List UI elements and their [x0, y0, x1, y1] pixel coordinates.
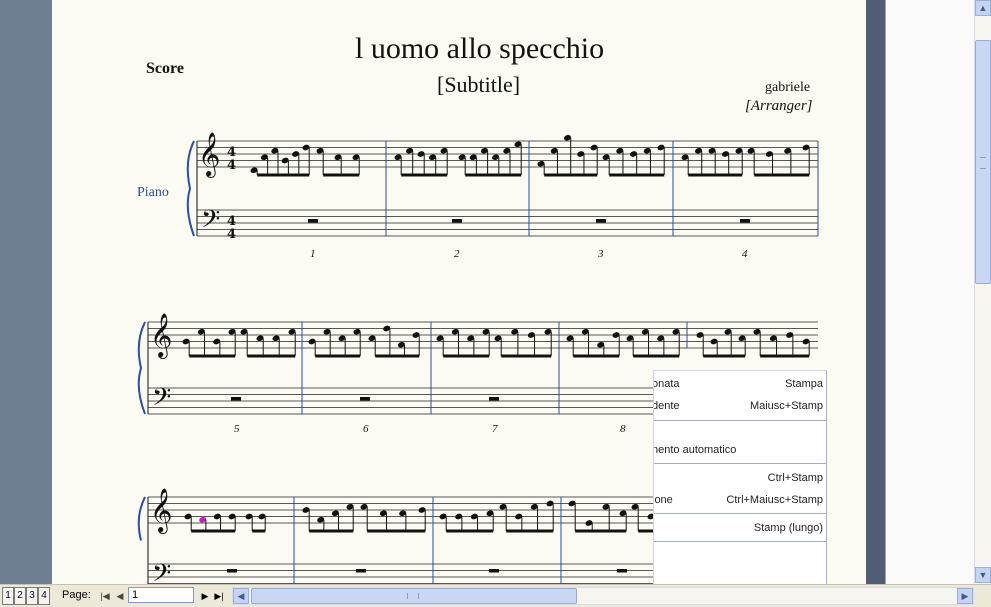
scroll-down-icon[interactable]: ▼ — [975, 567, 991, 583]
whole-rest — [740, 219, 750, 223]
treble-clef-icon: 𝄞 — [150, 488, 172, 534]
page-tab-4[interactable]: 4 — [38, 587, 50, 605]
time-signature-bottom: 4 — [227, 227, 236, 242]
whole-rest — [227, 569, 237, 573]
menu-shortcut: Ctrl+Maiusc+Stamp — [726, 494, 823, 506]
menu-shortcut: Stampa — [785, 378, 823, 390]
scroll-left-icon[interactable]: ◀ — [233, 588, 249, 604]
page-tab-2[interactable]: 2 — [14, 587, 26, 605]
menu-shortcut: Ctrl+Stamp — [767, 472, 823, 484]
page-tab-3[interactable]: 3 — [26, 587, 38, 605]
menu-separator — [654, 420, 826, 421]
menu-item-print-pending[interactable]: dente Maiusc+Stamp — [654, 396, 826, 416]
scroll-right-icon[interactable]: ▶ — [957, 588, 973, 604]
scroll-up-icon[interactable]: ▲ — [975, 0, 991, 16]
whole-rest — [617, 569, 627, 573]
whole-rest — [596, 219, 606, 223]
time-signature-bottom: 4 — [227, 158, 236, 173]
menu-item-automatic[interactable]: nento automatico — [654, 440, 826, 460]
score-subtitle[interactable]: [Subtitle] — [437, 72, 520, 98]
whole-rest — [308, 219, 318, 223]
measure-number: 7 — [492, 423, 498, 435]
measure-number: 2 — [454, 248, 460, 260]
menu-item-print[interactable]: onata Stampa — [654, 374, 826, 394]
whole-rest — [489, 569, 499, 573]
instrument-name: Piano — [137, 185, 169, 200]
system-brace — [186, 140, 195, 237]
score-label: Score — [146, 60, 184, 77]
menu-item-selection[interactable]: ione Ctrl+Maiusc+Stamp — [654, 490, 826, 510]
vertical-scrollbar[interactable]: ▲ ▼ — [974, 0, 991, 584]
measure-number: 1 — [310, 248, 316, 260]
score-title[interactable]: l uomo allo specchio — [355, 32, 604, 66]
treble-clef-icon: 𝄞 — [150, 313, 172, 359]
menu-item-long-press[interactable]: Stamp (lungo) — [654, 518, 826, 538]
prev-page-icon[interactable]: ◀ — [113, 588, 127, 604]
whole-rest — [356, 569, 366, 573]
horizontal-scrollbar[interactable]: ◀ ▶ — [232, 587, 974, 605]
vertical-scroll-thumb[interactable] — [975, 40, 991, 284]
measure-number: 6 — [363, 423, 369, 435]
system-brace — [137, 321, 146, 415]
measure-number: 8 — [620, 423, 626, 435]
menu-item-ctrl-print[interactable]: Ctrl+Stamp — [654, 468, 826, 488]
whole-rest — [231, 397, 241, 401]
score-viewport[interactable]: 𝄞 𝄢 4 4 4 4 𝄞 𝄢 𝄞 𝄢 l uomo allo specchio [Subtitl… — [0, 0, 974, 584]
bass-clef-icon: 𝄢 — [152, 559, 171, 584]
next-page-icon[interactable]: ▶ — [198, 588, 212, 604]
system-brace — [137, 496, 146, 541]
page-navigation-bar: 1 2 3 4 Page: |◀ ◀ ▶ ▶| ◀ ▶ — [0, 584, 991, 607]
measure-number: 4 — [742, 248, 748, 260]
composer-name[interactable]: gabriele — [765, 80, 810, 96]
measure-number: 3 — [598, 248, 604, 260]
treble-clef-icon: 𝄞 — [198, 132, 220, 178]
menu-separator — [654, 541, 826, 542]
horizontal-scroll-thumb[interactable] — [251, 588, 577, 604]
arranger-name[interactable]: [Arranger] — [745, 98, 813, 115]
menu-shortcut: Stamp (lungo) — [753, 522, 823, 534]
menu-shortcut: Maiusc+Stamp — [749, 400, 823, 412]
whole-rest — [360, 397, 370, 401]
bass-clef-icon: 𝄢 — [201, 205, 220, 240]
measure-number: 5 — [234, 423, 240, 435]
last-page-icon[interactable]: ▶| — [212, 588, 226, 604]
bass-clef-icon: 𝄢 — [152, 383, 171, 418]
whole-rest — [489, 397, 499, 401]
context-menu[interactable]: onata Stampa dente Maiusc+Stamp nento au… — [653, 370, 827, 584]
menu-separator — [654, 463, 826, 464]
whole-rest — [452, 219, 462, 223]
page-number-input[interactable] — [128, 587, 194, 603]
first-page-icon[interactable]: |◀ — [98, 588, 112, 604]
page-label: Page: — [62, 589, 91, 601]
menu-separator — [654, 513, 826, 514]
page-tab-1[interactable]: 1 — [2, 587, 14, 605]
